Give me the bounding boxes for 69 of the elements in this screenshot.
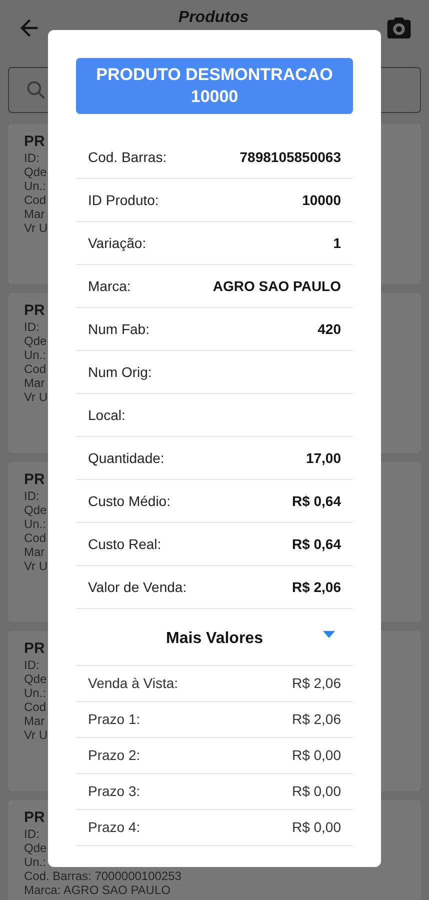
product-detail: ID: [24,320,40,334]
product-detail: ID: [24,827,40,841]
price-value: R$ 0,00 [292,818,341,837]
product-detail: Cod. Barras: 7000000100253 [24,869,182,883]
product-detail: Vr U [24,390,48,404]
field-label: Quantidade: [88,448,164,468]
product-detail: Qde [24,503,47,517]
page-title: Produtos [178,8,249,28]
search-icon [25,79,47,101]
product-detail: Un.: [24,348,46,362]
product-detail: Mar [24,207,45,221]
product-detail: Vr U [24,221,48,235]
field-label: Custo Médio: [88,492,170,510]
product-detail: ID: [24,151,40,165]
price-value: R$ 0,00 [292,746,341,765]
field-value: 10000 [302,190,341,210]
field-value: 17,00 [306,448,341,468]
product-detail: Cod [24,531,46,545]
product-detail: Vr U [24,728,48,742]
price-label: Prazo 3: [88,782,140,801]
product-detail: Mar [24,376,45,390]
field-label: Num Orig: [88,362,152,382]
field-value: R$ 0,64 [292,534,341,554]
product-name: PR [24,809,45,827]
product-name: PR [24,471,45,489]
product-detail: Mar [24,545,45,559]
product-detail: Qde [24,165,47,179]
price-value: R$ 0,00 [292,782,341,801]
product-name: PR [24,133,45,151]
product-detail: Cod [24,362,46,376]
product-detail: ID: [24,658,40,672]
field-label: Valor de Venda: [88,578,187,596]
field-value: 7898105850063 [240,148,341,166]
field-label: Local: [88,406,126,424]
field-label: Variação: [88,234,146,253]
field-value: AGRO SAO PAULO [212,276,341,296]
product-detail: Vr U [24,559,48,573]
more-values-toggle[interactable]: Mais Valores [76,609,353,666]
field-label: Marca: [88,276,131,296]
product-detail: Qde [24,334,47,348]
product-detail: Cod [24,700,46,714]
product-name: PR [24,640,45,658]
product-detail: Qde [24,672,47,686]
product-detail: Cod [24,193,46,207]
product-detail: Un.: [24,179,46,193]
product-detail: Qde [24,841,47,855]
product-detail: Un.: [24,855,46,869]
product-detail: ID: [24,489,40,503]
dialog-title: PRODUTO DESMONTRACAO 10000 [76,58,353,114]
price-value: R$ 2,06 [292,674,341,693]
price-value: R$ 2,06 [292,710,341,729]
product-detail: Un.: [24,517,46,531]
price-label: Prazo 4: [88,818,140,837]
field-value: R$ 2,06 [292,578,341,596]
price-label: Prazo 2: [88,746,140,765]
caret-icon [323,631,335,639]
product-detail: Marca: AGRO SAO PAULO [24,883,170,897]
field-value: 420 [318,320,341,338]
product-name: PR [24,302,45,320]
product-detail: Un.: [24,686,46,700]
field-label: Cod. Barras: [88,148,167,166]
price-label: Prazo 1: [88,710,140,729]
field-label: ID Produto: [88,190,159,210]
price-label: Venda à Vista: [88,674,178,693]
product-detail: Mar [24,714,45,728]
field-label: Custo Real: [88,534,162,554]
field-label: Num Fab: [88,320,150,338]
field-value: R$ 0,64 [292,492,341,510]
field-value: 1 [333,234,341,252]
